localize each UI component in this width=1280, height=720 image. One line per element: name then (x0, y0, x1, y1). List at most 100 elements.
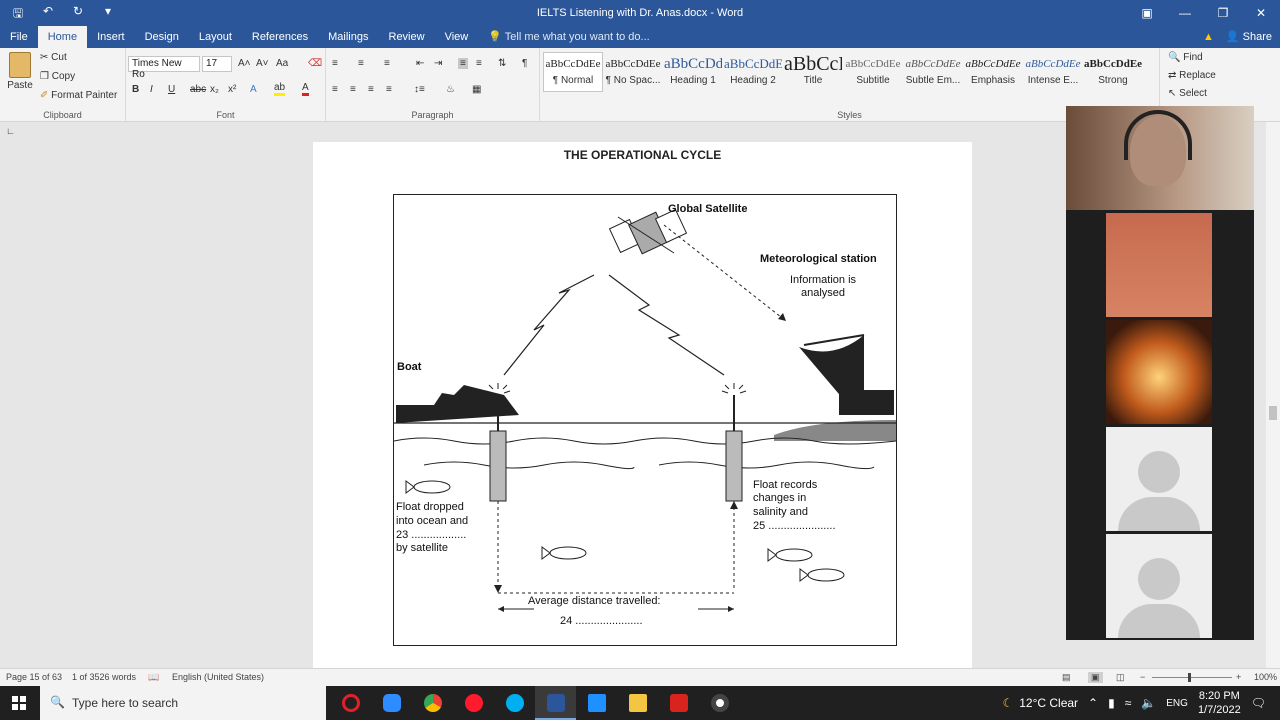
vertical-scrollbar[interactable] (1266, 122, 1280, 668)
weather-text[interactable]: 12°C Clear (1019, 696, 1078, 710)
wifi-icon[interactable]: ≈ (1125, 696, 1132, 710)
windows-start-icon[interactable] (12, 696, 26, 710)
close-icon[interactable]: ✕ (1242, 0, 1280, 26)
decrease-indent-icon[interactable]: ⇤ (416, 58, 424, 69)
text-effects-icon[interactable]: A (250, 84, 257, 95)
zoom-out-icon[interactable]: − (1140, 672, 1145, 682)
warning-icon[interactable]: ▲ (1203, 26, 1214, 48)
word-icon[interactable] (535, 686, 576, 720)
format-painter-button[interactable]: ✐ Format Painter (40, 90, 117, 101)
read-mode-icon[interactable]: ▤ (1062, 672, 1071, 683)
zoom-slider[interactable] (1152, 677, 1232, 678)
participant-tile-4[interactable] (1066, 427, 1254, 531)
bold-button[interactable]: B (132, 84, 139, 95)
style-subtle-emphasis[interactable]: aBbCcDdEe Subtle Em... (903, 52, 963, 92)
tab-references[interactable]: References (242, 26, 318, 48)
participant-tile-1[interactable] (1066, 106, 1254, 210)
font-size-box[interactable]: 17 (202, 56, 232, 72)
select-button[interactable]: ↖ Select (1168, 88, 1207, 99)
style-strong[interactable]: aBbCcDdEe Strong (1083, 52, 1143, 92)
tell-me-box[interactable]: 💡 Tell me what you want to do... (478, 26, 659, 48)
volume-icon[interactable]: 🔈 (1141, 696, 1156, 710)
cut-button[interactable]: ✂ Cut (40, 52, 67, 63)
style-heading-2[interactable]: aBbCcDdEe Heading 2 (723, 52, 783, 92)
bullets-icon[interactable]: ≡ (332, 58, 338, 69)
sort-icon[interactable]: ⇅ (498, 58, 506, 69)
battery-icon[interactable]: ▮ (1108, 696, 1115, 710)
print-layout-icon[interactable]: ▣ (1088, 672, 1103, 683)
copy-button[interactable]: ❐ Copy (40, 71, 75, 82)
underline-button[interactable]: U (168, 84, 175, 95)
justify-icon[interactable]: ≡ (386, 84, 392, 95)
tab-view[interactable]: View (435, 26, 479, 48)
superscript-button[interactable]: x² (228, 84, 236, 95)
scroll-thumb[interactable] (1269, 406, 1277, 420)
skype-icon[interactable] (494, 686, 535, 720)
tab-file[interactable]: File (0, 26, 38, 48)
find-button[interactable]: 🔍 Find (1168, 52, 1203, 63)
chevron-up-icon[interactable]: ⌃ (1088, 696, 1098, 710)
borders-icon[interactable]: ▦ (472, 84, 481, 95)
zoom-in-icon[interactable]: + (1236, 672, 1241, 682)
acrobat-icon[interactable] (658, 686, 699, 720)
participant-tile-5[interactable] (1066, 534, 1254, 638)
maximize-icon[interactable]: ❐ (1204, 0, 1242, 26)
style-subtitle[interactable]: aBbCcDdEe Subtitle (843, 52, 903, 92)
taskbar-search[interactable]: 🔍 Type here to search (40, 686, 326, 720)
participant-tile-3[interactable] (1066, 320, 1254, 424)
highlight-icon[interactable]: ab (274, 82, 286, 96)
show-marks-icon[interactable]: ¶ (522, 58, 527, 69)
zoom-thumb[interactable] (1188, 673, 1191, 682)
weather-icon[interactable]: ☾ (1002, 696, 1013, 710)
strikethrough-button[interactable]: abc (190, 84, 206, 95)
tab-insert[interactable]: Insert (87, 26, 135, 48)
word-count[interactable]: 1 of 3526 words (72, 672, 136, 682)
style-intense-emphasis[interactable]: aBbCcDdEe Intense E... (1023, 52, 1083, 92)
file-icon[interactable] (576, 686, 617, 720)
align-right-icon[interactable]: ≡ (368, 84, 374, 95)
paste-button[interactable]: Paste (6, 52, 34, 91)
document-page[interactable]: THE OPERATIONAL CYCLE Global Satellite M… (313, 142, 972, 668)
input-language[interactable]: ENG (1166, 698, 1188, 709)
font-name-box[interactable]: Times New Ro (128, 56, 200, 80)
change-case-icon[interactable]: Aa (276, 58, 288, 69)
clock[interactable]: 8:20 PM 1/7/2022 (1198, 689, 1241, 717)
style-normal[interactable]: aBbCcDdEe ¶ Normal (543, 52, 603, 92)
recorder-icon[interactable] (699, 686, 740, 720)
ribbon-display-icon[interactable]: ▣ (1128, 0, 1166, 26)
web-layout-icon[interactable]: ◫ (1116, 672, 1125, 683)
file-explorer-icon[interactable] (617, 686, 658, 720)
align-center-icon[interactable]: ≡ (350, 84, 356, 95)
opera-icon[interactable] (453, 686, 494, 720)
subscript-button[interactable]: x₂ (210, 84, 219, 95)
style-no-spacing[interactable]: aBbCcDdEe ¶ No Spac... (603, 52, 663, 92)
minimize-icon[interactable]: — (1166, 0, 1204, 26)
ltr-icon[interactable]: ≡ (458, 58, 468, 69)
font-color-icon[interactable]: A (302, 82, 309, 96)
notifications-icon[interactable]: 🗨 (1251, 696, 1266, 710)
tab-design[interactable]: Design (135, 26, 189, 48)
rtl-icon[interactable]: ≡ (476, 58, 482, 69)
numbering-icon[interactable]: ≡ (358, 58, 364, 69)
language-indicator[interactable]: English (United States) (172, 672, 264, 682)
line-spacing-icon[interactable]: ↕≡ (414, 84, 425, 95)
tab-mailings[interactable]: Mailings (318, 26, 378, 48)
replace-button[interactable]: ⇄ Replace (1168, 70, 1216, 81)
tab-review[interactable]: Review (379, 26, 435, 48)
proofing-icon[interactable]: 📖 (148, 672, 159, 683)
page-count[interactable]: Page 15 of 63 (6, 672, 62, 682)
opera-gx-icon[interactable] (330, 686, 371, 720)
align-left-icon[interactable]: ≡ (332, 84, 338, 95)
tab-selector-icon[interactable]: ∟ (6, 126, 15, 136)
italic-button[interactable]: I (150, 84, 153, 95)
style-emphasis[interactable]: aBbCcDdEe Emphasis (963, 52, 1023, 92)
chrome-icon[interactable] (412, 686, 453, 720)
shading-icon[interactable]: ♨ (446, 84, 455, 95)
tab-home[interactable]: Home (37, 26, 88, 48)
increase-indent-icon[interactable]: ⇥ (434, 58, 442, 69)
participant-tile-2[interactable] (1066, 213, 1254, 317)
multilevel-list-icon[interactable]: ≡ (384, 58, 390, 69)
tab-layout[interactable]: Layout (189, 26, 242, 48)
style-heading-1[interactable]: aBbCcDdEe Heading 1 (663, 52, 723, 92)
shrink-font-icon[interactable]: A˅ (256, 58, 269, 69)
